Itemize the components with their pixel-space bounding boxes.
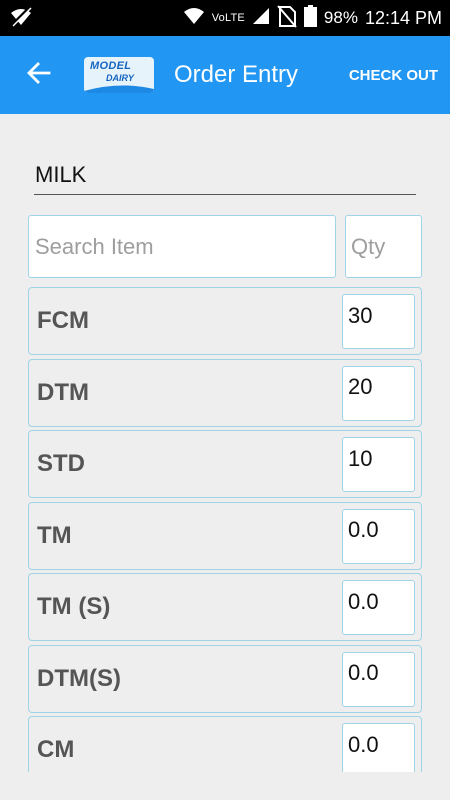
list-item: FCM	[28, 287, 422, 355]
clock: 12:14 PM	[364, 7, 442, 28]
item-qty-input[interactable]	[342, 651, 415, 707]
list-item: DTM	[28, 358, 422, 427]
model-dairy-logo: MODEL DAIRY	[84, 57, 154, 93]
volte-label: VoLTE	[211, 12, 245, 24]
list-item: TM	[28, 501, 422, 570]
item-name: DTM(S)	[37, 664, 121, 692]
list-item: DTM(S)	[28, 644, 422, 713]
item-name: DTM	[37, 378, 89, 406]
back-button[interactable]	[24, 60, 54, 90]
item-name: TM	[37, 521, 72, 549]
item-name: STD	[37, 450, 85, 477]
item-qty-input[interactable]	[342, 580, 415, 635]
back-arrow-icon	[27, 61, 51, 90]
wifi-icon	[183, 7, 205, 30]
item-name: FCM	[37, 307, 89, 334]
category-field[interactable]: MILK	[34, 158, 416, 195]
search-input[interactable]	[28, 215, 336, 278]
no-sim-icon	[277, 4, 297, 33]
status-left	[8, 5, 34, 32]
item-qty-input[interactable]	[342, 508, 415, 564]
battery-percent: 98%	[323, 8, 358, 27]
item-qty-input[interactable]	[342, 365, 415, 421]
item-name: CM	[37, 736, 75, 763]
list-item: CM	[28, 716, 422, 772]
qty-input[interactable]	[345, 215, 422, 278]
list-item: STD	[28, 430, 422, 498]
page-title: Order Entry	[174, 61, 299, 88]
battery-icon	[303, 4, 317, 32]
logo-text-line2: DAIRY	[106, 73, 134, 83]
wifi-off-icon	[8, 5, 34, 32]
app-bar: MODEL DAIRY Order Entry CHECK OUT	[0, 36, 450, 114]
signal-icon	[252, 7, 270, 30]
list-item: TM (S)	[28, 573, 422, 641]
item-qty-input[interactable]	[342, 723, 415, 772]
item-qty-input[interactable]	[342, 294, 415, 349]
item-qty-input[interactable]	[342, 437, 415, 492]
check-out-button[interactable]: CHECK OUT	[349, 67, 438, 84]
item-name: TM (S)	[37, 593, 111, 620]
status-bar: VoLTE 98% 12:14 PM	[0, 0, 450, 36]
item-list[interactable]: FCM DTM STD TM TM (S) DTM(S) CM	[28, 287, 422, 772]
logo-swoosh-icon	[84, 85, 154, 93]
logo-text-line1: MODEL	[90, 60, 132, 72]
status-right: VoLTE 98% 12:14 PM	[183, 4, 442, 33]
